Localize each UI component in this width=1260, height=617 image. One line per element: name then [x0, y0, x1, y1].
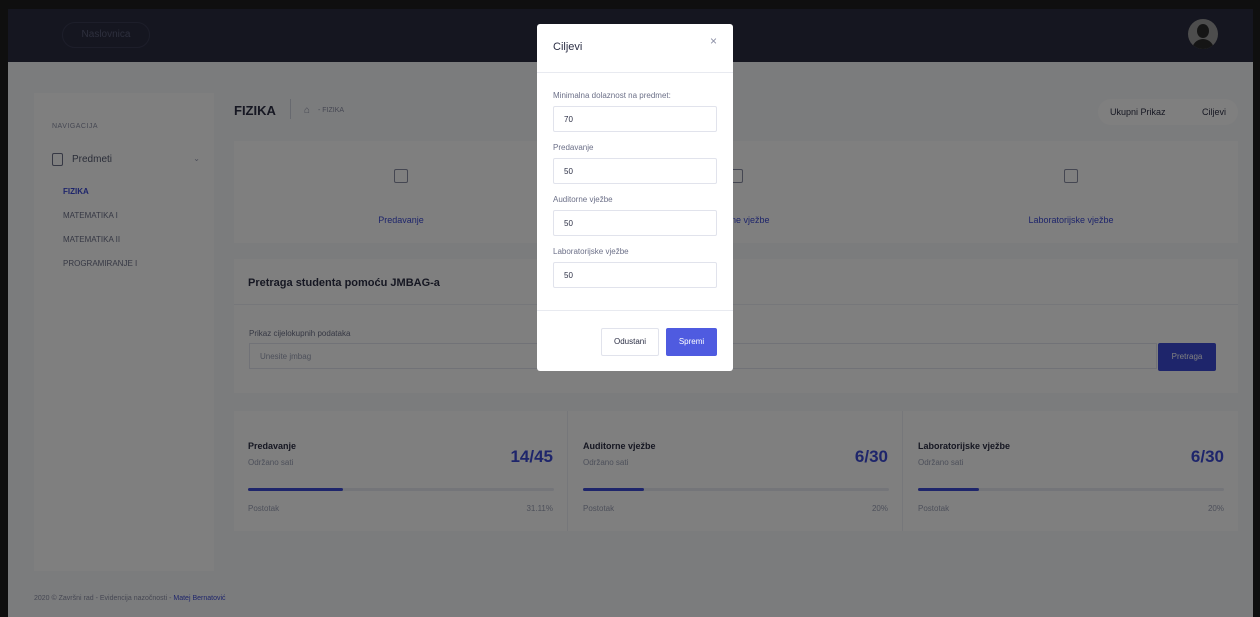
save-button[interactable]: Spremi — [666, 328, 717, 356]
field-label-predavanje: Predavanje — [553, 143, 594, 152]
field-label-laboratorijske: Laboratorijske vježbe — [553, 247, 629, 256]
field-label-auditorne: Auditorne vježbe — [553, 195, 613, 204]
laboratorijske-field[interactable]: 50 — [553, 262, 717, 288]
close-icon[interactable]: × — [710, 34, 717, 48]
cancel-button[interactable]: Odustani — [601, 328, 659, 356]
modal-footer-divider — [537, 310, 733, 311]
goals-modal: Ciljevi × Minimalna dolaznost na predmet… — [537, 24, 733, 371]
modal-title: Ciljevi — [553, 41, 583, 53]
modal-header: Ciljevi × — [537, 24, 733, 73]
field-value: 70 — [564, 115, 573, 124]
field-value: 50 — [564, 219, 573, 228]
field-value: 50 — [564, 271, 573, 280]
auditorne-field[interactable]: 50 — [553, 210, 717, 236]
field-value: 50 — [564, 167, 573, 176]
predavanje-field[interactable]: 50 — [553, 158, 717, 184]
field-label-min-attendance: Minimalna dolaznost na predmet: — [553, 91, 671, 100]
min-attendance-field[interactable]: 70 — [553, 106, 717, 132]
